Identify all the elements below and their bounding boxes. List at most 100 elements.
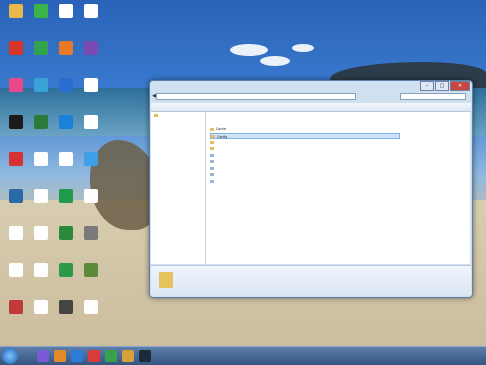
app-icon: [59, 300, 73, 314]
app-icon: [9, 78, 23, 92]
taskbar-app-icon[interactable]: [105, 350, 117, 362]
file-row[interactable]: [210, 139, 400, 145]
app-icon: [34, 189, 48, 203]
desktop-icon[interactable]: [2, 4, 30, 34]
file-row[interactable]: [210, 146, 400, 152]
file-row[interactable]: Config: [210, 132, 400, 139]
app-icon: [34, 263, 48, 277]
app-icon: [84, 189, 98, 203]
file-icon: [210, 179, 214, 183]
taskbar-app-icon[interactable]: [37, 350, 49, 362]
taskbar-app-icon[interactable]: [88, 350, 100, 362]
details-pane: [151, 265, 471, 296]
start-button[interactable]: [2, 348, 18, 364]
taskbar: [0, 346, 486, 365]
app-icon: [84, 78, 98, 92]
file-list: Cache Config: [206, 112, 470, 264]
file-row[interactable]: Cache: [210, 126, 400, 132]
address-bar[interactable]: [156, 93, 356, 100]
app-icon: [59, 263, 73, 277]
taskbar-app-icon[interactable]: [71, 350, 83, 362]
app-icon: [34, 115, 48, 129]
desktop-icon[interactable]: [27, 263, 55, 293]
folder-icon: [210, 147, 214, 150]
folder-icon: [210, 140, 214, 144]
desktop-icon[interactable]: [2, 78, 30, 108]
app-icon: [84, 41, 98, 55]
desktop-icon[interactable]: [77, 226, 105, 256]
desktop-icon[interactable]: [2, 189, 30, 219]
minimize-button[interactable]: –: [420, 81, 434, 91]
taskbar-app-icon[interactable]: [139, 350, 151, 362]
app-icon: [9, 4, 23, 18]
desktop-icon[interactable]: [27, 78, 55, 108]
desktop-icon[interactable]: [27, 300, 55, 330]
file-icon: [210, 153, 214, 157]
desktop-icon[interactable]: [52, 189, 80, 219]
app-icon: [9, 189, 23, 203]
app-icon: [59, 4, 73, 18]
explorer-window: – □ ✕ ◀▶ CacheConfig: [149, 80, 473, 298]
app-icon: [84, 263, 98, 277]
app-icon: [59, 78, 73, 92]
close-button[interactable]: ✕: [450, 81, 470, 91]
desktop-icon[interactable]: [52, 152, 80, 182]
app-icon: [34, 226, 48, 240]
desktop-icon[interactable]: [52, 4, 80, 34]
desktop-icon[interactable]: [77, 41, 105, 71]
desktop-icon[interactable]: [77, 152, 105, 182]
desktop-icon[interactable]: [77, 78, 105, 108]
app-icon: [84, 152, 98, 166]
file-row[interactable]: [210, 152, 400, 158]
folder-icon: [210, 127, 214, 131]
file-row[interactable]: [210, 172, 400, 178]
app-icon: [34, 4, 48, 18]
desktop-icon[interactable]: [27, 41, 55, 71]
search-input[interactable]: [400, 93, 466, 100]
desktop-icon[interactable]: [77, 115, 105, 145]
app-icon: [84, 4, 98, 18]
desktop-icon[interactable]: [77, 4, 105, 34]
desktop-icon[interactable]: [2, 300, 30, 330]
app-icon: [34, 41, 48, 55]
app-icon: [9, 41, 23, 55]
desktop-icon[interactable]: [2, 263, 30, 293]
folder-icon: [211, 135, 215, 138]
file-row[interactable]: [210, 159, 400, 165]
desktop-icon[interactable]: [2, 152, 30, 182]
app-icon: [9, 300, 23, 314]
app-icon: [84, 226, 98, 240]
desktop-icons: [0, 0, 130, 346]
desktop-icon[interactable]: [52, 115, 80, 145]
desktop-icon[interactable]: [2, 41, 30, 71]
desktop-icon[interactable]: [27, 226, 55, 256]
file-row[interactable]: [210, 165, 400, 171]
desktop-icon[interactable]: [77, 263, 105, 293]
app-icon: [9, 115, 23, 129]
taskbar-app-icon[interactable]: [122, 350, 134, 362]
app-icon: [59, 41, 73, 55]
desktop-icon[interactable]: [52, 300, 80, 330]
desktop-icon[interactable]: [2, 226, 30, 256]
desktop-icon[interactable]: [52, 78, 80, 108]
app-icon: [84, 115, 98, 129]
desktop-icon[interactable]: [77, 189, 105, 219]
desktop-icon[interactable]: [2, 115, 30, 145]
desktop-icon[interactable]: [27, 115, 55, 145]
desktop-icon[interactable]: [27, 189, 55, 219]
file-icon: [210, 160, 214, 163]
taskbar-app-icon[interactable]: [54, 350, 66, 362]
desktop-icon[interactable]: [27, 152, 55, 182]
desktop-icon[interactable]: [52, 263, 80, 293]
desktop-icon[interactable]: [27, 4, 55, 34]
desktop-icon[interactable]: [52, 41, 80, 71]
app-icon: [59, 152, 73, 166]
window-controls: – □ ✕: [419, 81, 470, 91]
file-row[interactable]: [210, 178, 400, 184]
desktop-icon[interactable]: [77, 300, 105, 330]
desktop-icon[interactable]: [52, 226, 80, 256]
app-icon: [34, 152, 48, 166]
maximize-button[interactable]: □: [435, 81, 449, 91]
app-icon: [9, 263, 23, 277]
folder-icon: [159, 272, 173, 288]
